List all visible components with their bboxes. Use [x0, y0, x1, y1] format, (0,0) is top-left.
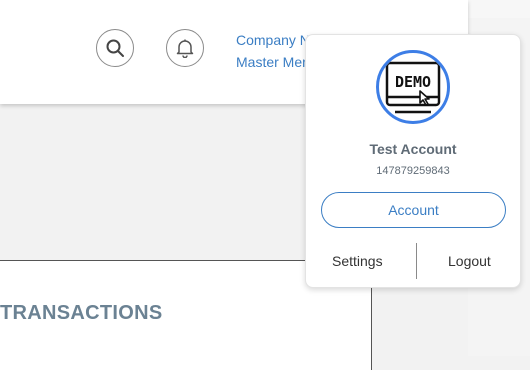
avatar-text: DEMO [395, 73, 431, 91]
logout-link[interactable]: Logout [448, 253, 491, 269]
avatar: DEMO [376, 50, 450, 124]
account-id: 147879259843 [376, 165, 450, 177]
bell-icon [176, 39, 194, 58]
account-button[interactable]: Account [321, 192, 506, 228]
company-info[interactable]: Company N Master Men [236, 29, 316, 73]
search-icon [106, 39, 124, 57]
menu-divider [416, 243, 417, 279]
account-type[interactable]: Master Men [236, 51, 316, 73]
account-dropdown: DEMO Test Account 147879259843 Account S… [305, 34, 521, 288]
settings-link[interactable]: Settings [332, 253, 383, 269]
demo-monitor-icon: DEMO [385, 61, 441, 114]
notifications-button[interactable] [166, 29, 204, 67]
search-button[interactable] [96, 29, 134, 67]
transactions-title: TRANSACTIONS [0, 302, 163, 324]
company-name[interactable]: Company N [236, 29, 316, 51]
account-name: Test Account [369, 141, 457, 157]
page-right-edge-top [468, 0, 530, 18]
